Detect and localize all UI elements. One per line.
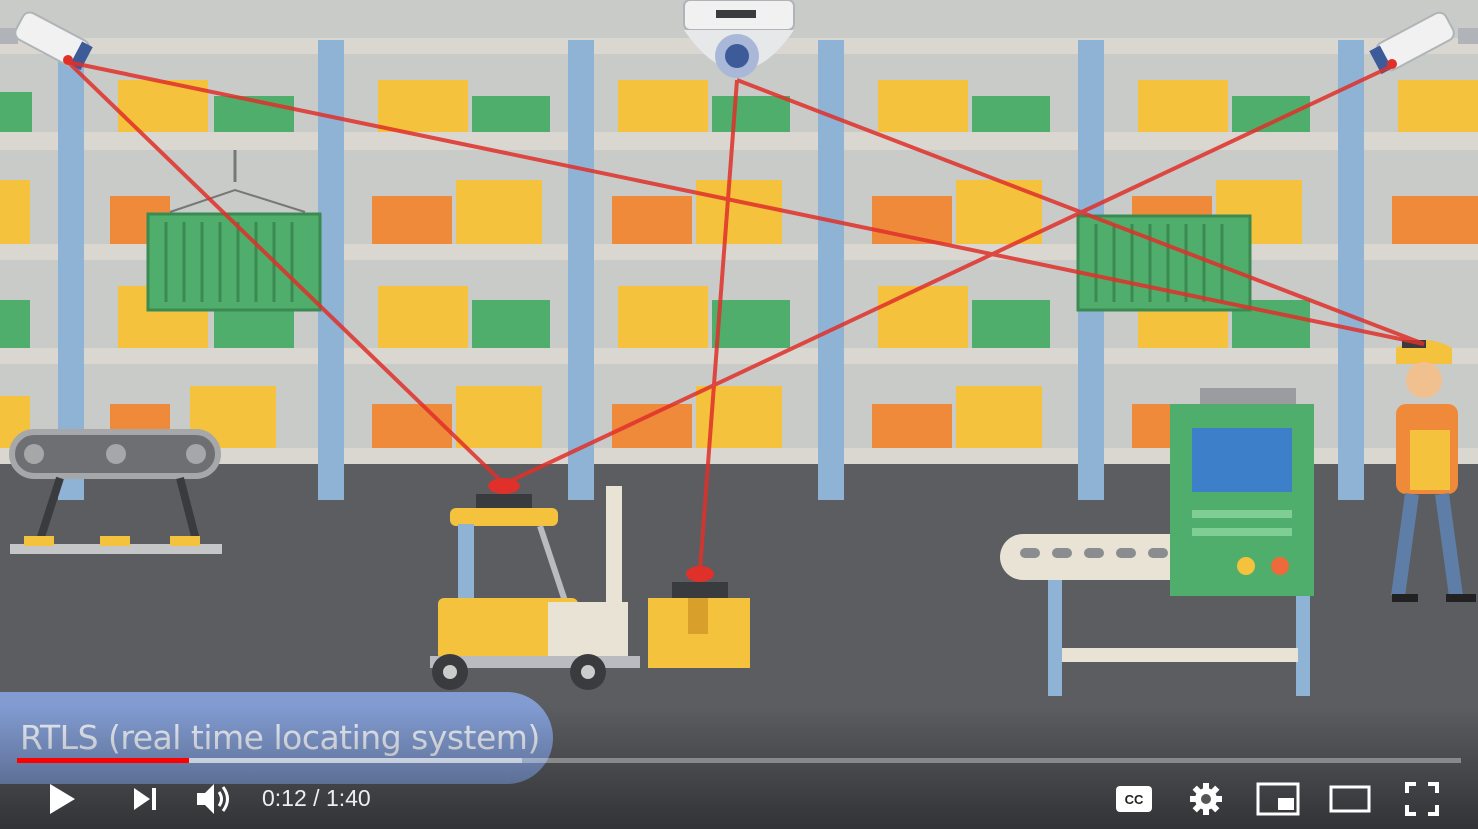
hanging-container-right — [1076, 214, 1252, 312]
progress-bar[interactable] — [17, 758, 1461, 763]
video-caption: RTLS (real time locating system) — [20, 718, 540, 757]
next-button[interactable] — [122, 775, 168, 823]
miniplayer-icon — [1256, 782, 1300, 816]
fullscreen-button[interactable] — [1400, 775, 1444, 823]
current-time: 0:12 — [262, 785, 307, 811]
cc-icon: CC — [1115, 785, 1153, 813]
time-display: 0:12 / 1:40 — [262, 785, 371, 812]
play-button[interactable] — [36, 775, 88, 823]
video-player[interactable]: RTLS (real time locating system) 0:12 / … — [0, 0, 1478, 829]
volume-icon — [194, 781, 234, 817]
svg-text:CC: CC — [1125, 792, 1144, 807]
gear-icon — [1189, 782, 1223, 816]
fullscreen-icon — [1405, 782, 1439, 816]
duration: 1:40 — [325, 785, 371, 811]
miniplayer-button[interactable] — [1254, 775, 1302, 823]
next-icon — [131, 785, 159, 813]
settings-button[interactable] — [1184, 775, 1228, 823]
play-icon — [47, 782, 77, 816]
theater-icon — [1329, 785, 1371, 813]
progress-played — [17, 758, 189, 763]
volume-button[interactable] — [190, 775, 238, 823]
theater-mode-button[interactable] — [1326, 775, 1374, 823]
time-separator: / — [313, 785, 320, 811]
captions-button[interactable]: CC — [1112, 775, 1156, 823]
